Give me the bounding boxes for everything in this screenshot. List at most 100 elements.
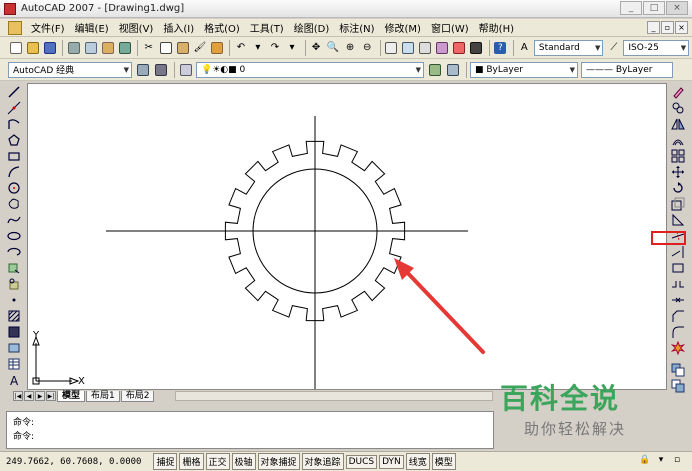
scale-icon[interactable] bbox=[670, 196, 686, 212]
coordinate-readout[interactable]: 249.7662, 60.7608, 0.0000 bbox=[6, 457, 141, 467]
spline-icon[interactable] bbox=[6, 212, 22, 228]
pan-icon[interactable]: ✥ bbox=[309, 40, 324, 56]
color-select[interactable]: ■ ByLayer ▼ bbox=[470, 61, 578, 78]
new-icon[interactable] bbox=[8, 40, 23, 56]
publish-icon[interactable] bbox=[100, 40, 115, 56]
table-icon[interactable] bbox=[6, 356, 22, 372]
toolbar-lock-icon[interactable]: ▾ bbox=[654, 453, 668, 467]
polyline-icon[interactable] bbox=[6, 116, 22, 132]
autocad-app-icon[interactable] bbox=[4, 2, 16, 15]
maximize-button[interactable]: □ bbox=[643, 1, 665, 15]
layer-select[interactable]: 💡☀◐■ 0 ▼ bbox=[196, 61, 424, 78]
region-icon[interactable] bbox=[6, 340, 22, 356]
tab-prev-button[interactable]: ◀ bbox=[24, 391, 34, 401]
mirror-icon[interactable] bbox=[670, 116, 686, 132]
help-icon[interactable]: ? bbox=[493, 40, 508, 56]
chamfer-icon[interactable] bbox=[670, 308, 686, 324]
fillet-icon[interactable] bbox=[670, 324, 686, 340]
menu-dimension[interactable]: 标注(N) bbox=[334, 20, 379, 35]
polygon-icon[interactable] bbox=[6, 132, 22, 148]
horizontal-scrollbar[interactable] bbox=[175, 391, 493, 401]
line-icon[interactable] bbox=[6, 84, 22, 100]
rectangle-icon[interactable] bbox=[6, 148, 22, 164]
command-prompt-line[interactable]: 命令: bbox=[7, 428, 493, 442]
plot-preview-icon[interactable] bbox=[83, 40, 98, 56]
tool-palettes-icon[interactable] bbox=[418, 40, 433, 56]
document-icon[interactable] bbox=[8, 20, 22, 35]
design-center-icon[interactable] bbox=[401, 40, 416, 56]
otrack-toggle[interactable]: 对象追踪 bbox=[301, 453, 344, 470]
move-icon[interactable] bbox=[670, 164, 686, 180]
insert-block-icon[interactable] bbox=[6, 260, 22, 276]
array-icon[interactable] bbox=[670, 148, 686, 164]
doc-restore-button[interactable]: ▫ bbox=[661, 21, 674, 34]
minimize-button[interactable]: _ bbox=[620, 1, 642, 15]
hatch-icon[interactable] bbox=[6, 308, 22, 324]
block-editor-icon[interactable] bbox=[209, 40, 224, 56]
dim-style-icon[interactable]: ⟋ bbox=[606, 40, 621, 56]
tab-next-button[interactable]: ▶ bbox=[35, 391, 45, 401]
offset-icon[interactable] bbox=[670, 132, 686, 148]
menu-format[interactable]: 格式(O) bbox=[199, 20, 245, 35]
doc-minimize-button[interactable]: _ bbox=[647, 21, 660, 34]
ellipse-icon[interactable] bbox=[6, 228, 22, 244]
draw-order-icon[interactable] bbox=[670, 362, 686, 378]
menu-file[interactable]: 文件(F) bbox=[26, 20, 70, 35]
stretch-icon[interactable] bbox=[670, 212, 686, 228]
menu-insert[interactable]: 插入(I) bbox=[158, 20, 199, 35]
menu-modify[interactable]: 修改(M) bbox=[380, 20, 426, 35]
clean-screen-icon[interactable]: ▫ bbox=[670, 453, 684, 467]
menu-tools[interactable]: 工具(T) bbox=[245, 20, 289, 35]
explode-icon[interactable] bbox=[670, 340, 686, 356]
layer-properties-icon[interactable] bbox=[178, 62, 194, 78]
3d-dwf-icon[interactable] bbox=[117, 40, 132, 56]
construction-line-icon[interactable] bbox=[6, 100, 22, 116]
zoom-realtime-icon[interactable]: 🔍 bbox=[326, 40, 341, 56]
menu-help[interactable]: 帮助(H) bbox=[474, 20, 519, 35]
break-at-point-icon[interactable] bbox=[670, 260, 686, 276]
point-icon[interactable] bbox=[6, 292, 22, 308]
linetype-select[interactable]: ——— ByLayer bbox=[581, 61, 673, 78]
layer-previous-icon[interactable] bbox=[445, 62, 461, 78]
markup-icon[interactable] bbox=[452, 40, 467, 56]
copy-icon[interactable] bbox=[158, 40, 173, 56]
rotate-icon[interactable] bbox=[670, 180, 686, 196]
menu-window[interactable]: 窗口(W) bbox=[426, 20, 474, 35]
paste-icon[interactable] bbox=[175, 40, 190, 56]
workspace-select[interactable]: AutoCAD 经典 ▼ bbox=[8, 61, 132, 78]
dim-style-select[interactable]: ISO-25 ▼ bbox=[623, 39, 690, 56]
model-toggle[interactable]: 模型 bbox=[431, 453, 456, 470]
dyn-toggle[interactable]: DYN bbox=[379, 454, 404, 469]
close-button[interactable]: × bbox=[666, 1, 688, 15]
grid-toggle[interactable]: 栅格 bbox=[179, 453, 204, 470]
zoom-previous-icon[interactable]: ⊖ bbox=[360, 40, 375, 56]
doc-close-button[interactable]: × bbox=[675, 21, 688, 34]
make-block-icon[interactable] bbox=[6, 276, 22, 292]
menu-edit[interactable]: 编辑(E) bbox=[70, 20, 114, 35]
communication-icon[interactable]: 🔒 bbox=[638, 453, 652, 467]
snap-toggle[interactable]: 捕捉 bbox=[153, 453, 178, 470]
lineweight-toggle[interactable]: 线宽 bbox=[405, 453, 430, 470]
ducs-toggle[interactable]: DUCS bbox=[345, 454, 378, 469]
undo-icon[interactable]: ↶ bbox=[233, 40, 248, 56]
extend-icon[interactable] bbox=[670, 244, 686, 260]
revision-cloud-icon[interactable] bbox=[6, 196, 22, 212]
undo-dropdown-icon[interactable]: ▾ bbox=[250, 40, 265, 56]
tab-model[interactable]: 模型 bbox=[57, 390, 86, 402]
gradient-icon[interactable] bbox=[6, 324, 22, 340]
open-icon[interactable] bbox=[25, 40, 40, 56]
menu-view[interactable]: 视图(V) bbox=[114, 20, 159, 35]
drawing-canvas[interactable]: Y X bbox=[27, 83, 667, 390]
circle-icon[interactable] bbox=[6, 180, 22, 196]
multiline-text-icon[interactable]: A bbox=[6, 372, 22, 388]
redo-dropdown-icon[interactable]: ▾ bbox=[285, 40, 300, 56]
sheet-set-icon[interactable] bbox=[435, 40, 450, 56]
text-style-icon[interactable]: A bbox=[517, 40, 532, 56]
erase-icon[interactable] bbox=[670, 84, 686, 100]
plot-icon[interactable] bbox=[66, 40, 81, 56]
ortho-toggle[interactable]: 正交 bbox=[205, 453, 230, 470]
join-icon[interactable] bbox=[670, 292, 686, 308]
zoom-window-icon[interactable]: ⊕ bbox=[343, 40, 358, 56]
osnap-toggle[interactable]: 对象捕捉 bbox=[257, 453, 300, 470]
match-properties-icon[interactable]: 🖌 bbox=[192, 40, 207, 56]
